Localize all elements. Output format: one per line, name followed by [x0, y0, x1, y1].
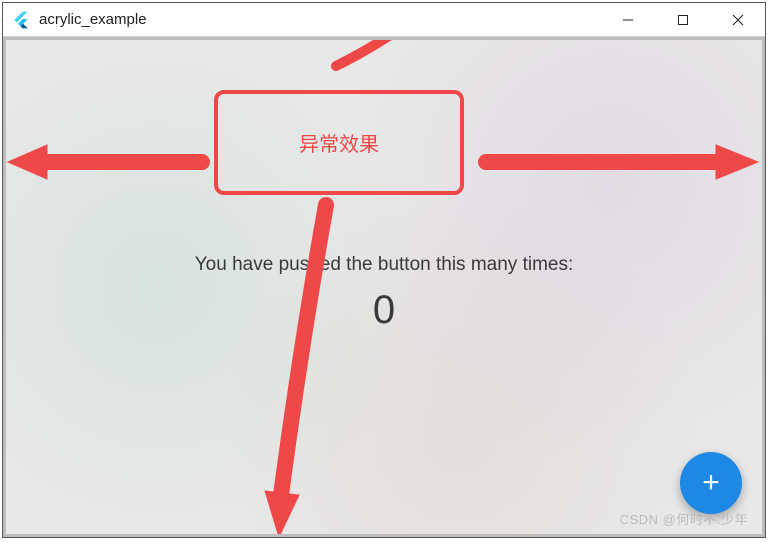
maximize-button[interactable] — [655, 3, 710, 36]
arrow-right-icon — [476, 135, 765, 190]
watermark-text: CSDN @何时不.少年 — [620, 509, 748, 528]
annotation-box: 异常效果 — [214, 90, 464, 195]
arrow-up-icon — [316, 37, 446, 76]
plus-icon: + — [702, 468, 720, 498]
flutter-icon — [11, 10, 31, 30]
arrow-down-icon — [231, 195, 361, 537]
counter-value: 0 — [6, 288, 762, 333]
annotation-label: 异常效果 — [299, 128, 379, 157]
app-window: acrylic_example 异常效果 You have pushed the… — [2, 2, 766, 538]
close-button[interactable] — [710, 3, 765, 36]
fab-add-button[interactable]: + — [680, 452, 742, 514]
push-text: You have pushed the button this many tim… — [6, 254, 762, 276]
titlebar[interactable]: acrylic_example — [3, 3, 765, 37]
arrow-left-icon — [3, 135, 212, 190]
minimize-button[interactable] — [600, 3, 655, 36]
window-title: acrylic_example — [39, 11, 600, 28]
content-area: 异常效果 You have pushed the button this man… — [3, 37, 765, 537]
window-controls — [600, 3, 765, 36]
